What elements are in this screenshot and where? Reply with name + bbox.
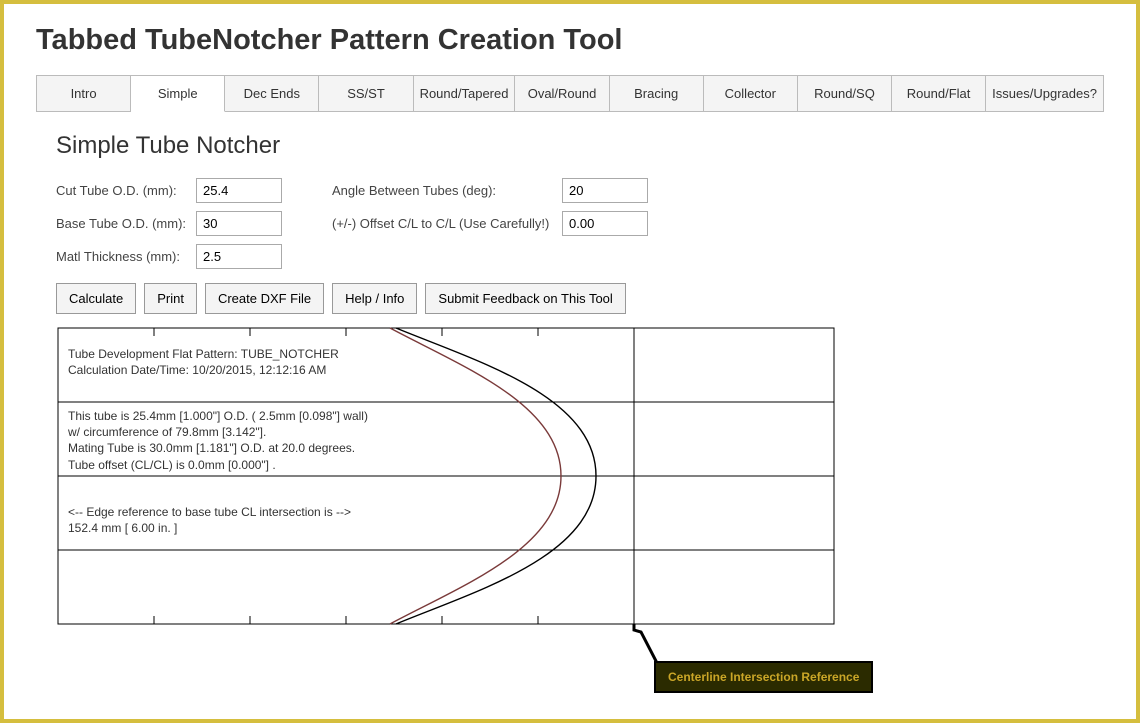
tab-bracing[interactable]: Bracing [610,75,704,111]
cut-od-input[interactable] [196,178,282,203]
tab-ss-st[interactable]: SS/ST [319,75,413,111]
pattern-title-line1: Tube Development Flat Pattern: TUBE_NOTC… [68,346,339,362]
page-title: Tabbed TubeNotcher Pattern Creation Tool [36,24,1104,57]
offset-input[interactable] [562,211,648,236]
calculate-button[interactable]: Calculate [56,283,136,314]
create-dxf-button[interactable]: Create DXF File [205,283,324,314]
angle-input[interactable] [562,178,648,203]
tab-intro[interactable]: Intro [37,75,131,111]
pattern-spec-block: This tube is 25.4mm [1.000"] O.D. ( 2.5m… [68,408,368,473]
edge-ref-block: <-- Edge reference to base tube CL inter… [68,504,351,536]
form-area: Cut Tube O.D. (mm): Angle Between Tubes … [36,178,1104,269]
pattern-output: Tube Development Flat Pattern: TUBE_NOTC… [56,326,836,706]
angle-label: Angle Between Tubes (deg): [332,183,562,198]
panel-heading: Simple Tube Notcher [56,132,1104,160]
spec-line4: Tube offset (CL/CL) is 0.0mm [0.000"] . [68,457,368,473]
thickness-input[interactable] [196,244,282,269]
pattern-title-line2: Calculation Date/Time: 10/20/2015, 12:12… [68,362,339,378]
centerline-callout: Centerline Intersection Reference [654,661,873,693]
base-od-label: Base Tube O.D. (mm): [56,216,196,231]
tab-round-flat[interactable]: Round/Flat [892,75,986,111]
cut-od-label: Cut Tube O.D. (mm): [56,183,196,198]
tab-bar: Intro Simple Dec Ends SS/ST Round/Tapere… [36,75,1104,112]
spec-line3: Mating Tube is 30.0mm [1.181"] O.D. at 2… [68,440,368,456]
offset-label: (+/-) Offset C/L to C/L (Use Carefully!) [332,216,562,231]
print-button[interactable]: Print [144,283,197,314]
edge-ref-line2: 152.4 mm [ 6.00 in. ] [68,520,351,536]
pattern-title-block: Tube Development Flat Pattern: TUBE_NOTC… [68,346,339,378]
thickness-label: Matl Thickness (mm): [56,249,196,264]
help-button[interactable]: Help / Info [332,283,417,314]
tab-oval-round[interactable]: Oval/Round [515,75,609,111]
tab-round-tapered[interactable]: Round/Tapered [414,75,516,111]
tab-round-sq[interactable]: Round/SQ [798,75,892,111]
feedback-button[interactable]: Submit Feedback on This Tool [425,283,625,314]
edge-ref-line1: <-- Edge reference to base tube CL inter… [68,504,351,520]
base-od-input[interactable] [196,211,282,236]
tab-issues[interactable]: Issues/Upgrades? [986,75,1104,111]
button-bar: Calculate Print Create DXF File Help / I… [36,283,1104,314]
spec-line2: w/ circumference of 79.8mm [3.142"]. [68,424,368,440]
tab-dec-ends[interactable]: Dec Ends [225,75,319,111]
spec-line1: This tube is 25.4mm [1.000"] O.D. ( 2.5m… [68,408,368,424]
tab-simple[interactable]: Simple [131,75,225,112]
tab-collector[interactable]: Collector [704,75,798,111]
